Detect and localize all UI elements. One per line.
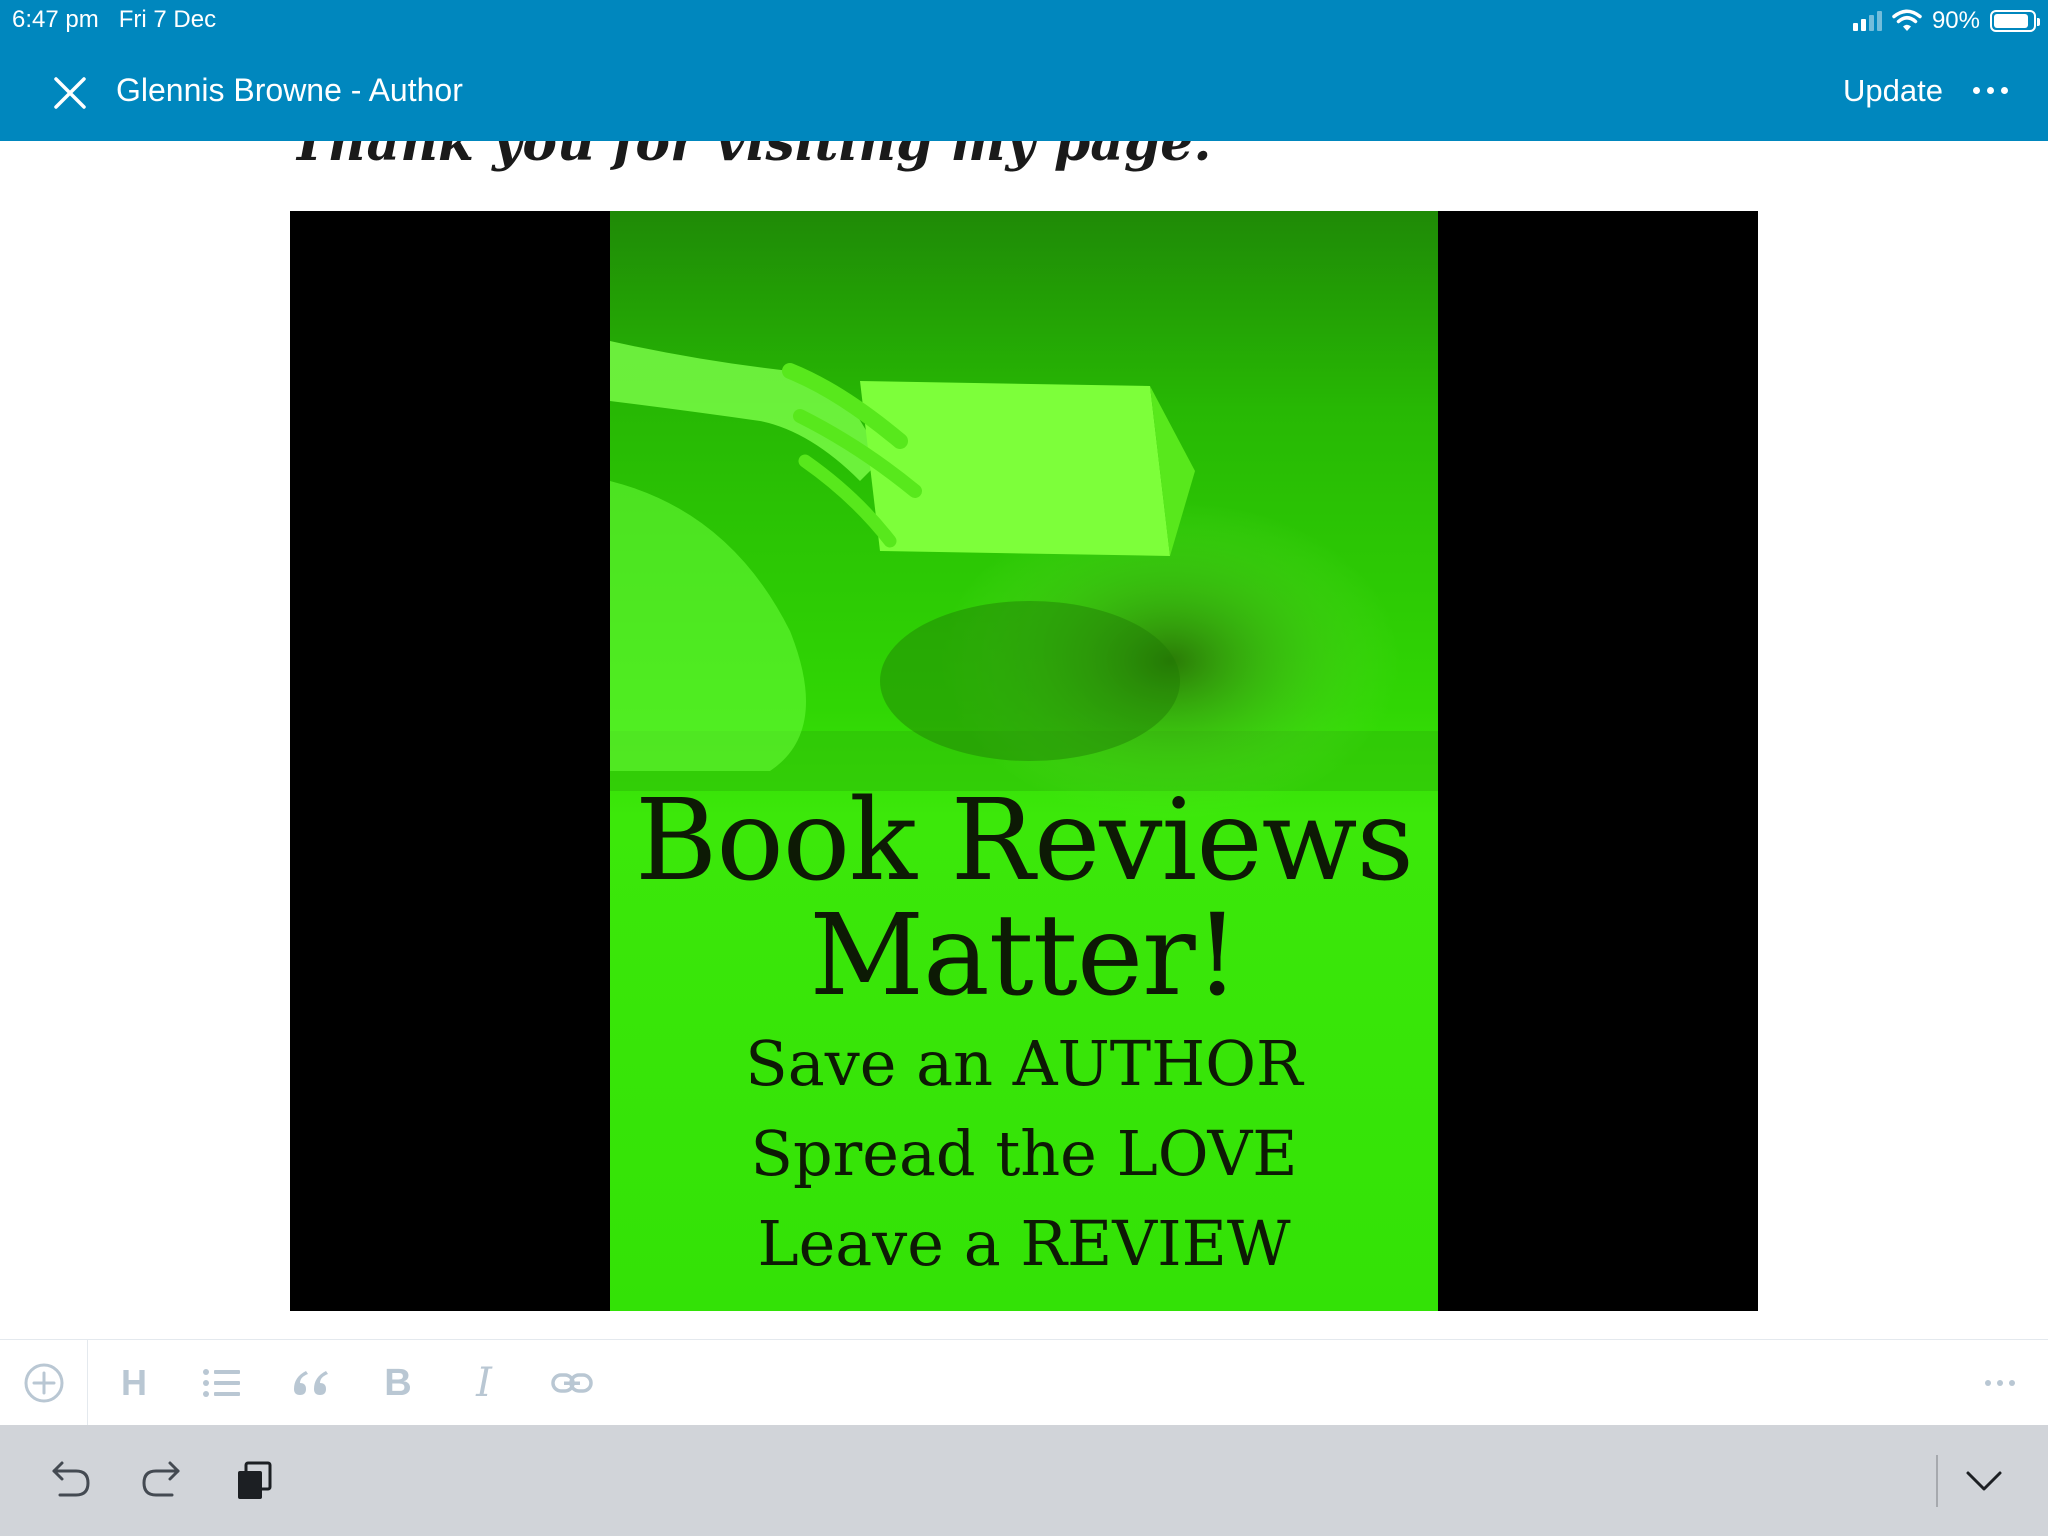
status-time-date: 6:47 pm Fri 7 Dec: [12, 6, 216, 34]
status-indicators: 90%: [1852, 6, 2040, 36]
wifi-icon: [1892, 9, 1922, 31]
paste-button[interactable]: [222, 1449, 286, 1513]
list-icon: [203, 1369, 240, 1397]
toolbar-more-button[interactable]: [1972, 1340, 2028, 1426]
quote-button[interactable]: [278, 1340, 342, 1426]
cut-off-heading[interactable]: Thank you for visiting my page.: [290, 141, 1211, 173]
image-block[interactable]: Book Reviews Matter! Save an AUTHOR Spre…: [290, 211, 1758, 1311]
plus-circle-icon: [24, 1363, 63, 1403]
italic-button[interactable]: I: [452, 1340, 516, 1426]
clipboard-copy-icon: [238, 1461, 272, 1499]
poster-title-line-1: Book Reviews: [635, 776, 1414, 906]
heading-button[interactable]: H: [102, 1340, 166, 1426]
poster-title-line-2: Matter!: [809, 891, 1239, 1021]
undo-icon: [52, 1461, 90, 1497]
keyboard-accessory-bar: [0, 1425, 2048, 1536]
link-button[interactable]: [540, 1340, 604, 1426]
bold-button[interactable]: B: [366, 1340, 430, 1426]
poster-line-2: Spread the LOVE: [750, 1117, 1298, 1190]
poster-line-1: Save an AUTHOR: [745, 1027, 1303, 1100]
redo-button[interactable]: [130, 1449, 194, 1513]
status-time: 6:47 pm: [12, 6, 99, 33]
chevron-down-icon: [1966, 1471, 2002, 1491]
list-button[interactable]: [190, 1340, 254, 1426]
close-icon: [54, 77, 86, 109]
book-reviews-image: Book Reviews Matter! Save an AUTHOR Spre…: [610, 211, 1438, 1311]
format-toolbar: H B I: [0, 1339, 2048, 1426]
undo-button[interactable]: [38, 1449, 102, 1513]
update-button[interactable]: Update: [1843, 71, 1943, 111]
app-header: 6:47 pm Fri 7 Dec 90% Glennis Browne - A…: [0, 0, 2048, 141]
battery-icon: [1990, 10, 2040, 32]
redo-icon: [142, 1461, 180, 1497]
status-date: Fri 7 Dec: [118, 6, 217, 33]
page-title: Glennis Browne - Author: [116, 72, 463, 108]
keyboard-bar-divider: [1936, 1455, 1938, 1507]
more-horizontal-icon: [1985, 1380, 1991, 1386]
cellular-signal-icon: [1852, 11, 1882, 31]
editor-content[interactable]: Thank you for visiting my page. Book Rev…: [0, 141, 2048, 1339]
link-icon: [551, 1373, 593, 1393]
poster-line-3: Leave a REVIEW: [757, 1207, 1291, 1280]
quote-icon: [294, 1371, 328, 1395]
close-button[interactable]: [46, 69, 94, 117]
more-options-button[interactable]: [1962, 70, 2018, 110]
dismiss-keyboard-button[interactable]: [1952, 1449, 2016, 1513]
more-horizontal-icon: [1972, 86, 1980, 94]
add-block-button[interactable]: [0, 1340, 88, 1426]
battery-percent: 90%: [1931, 7, 1980, 34]
